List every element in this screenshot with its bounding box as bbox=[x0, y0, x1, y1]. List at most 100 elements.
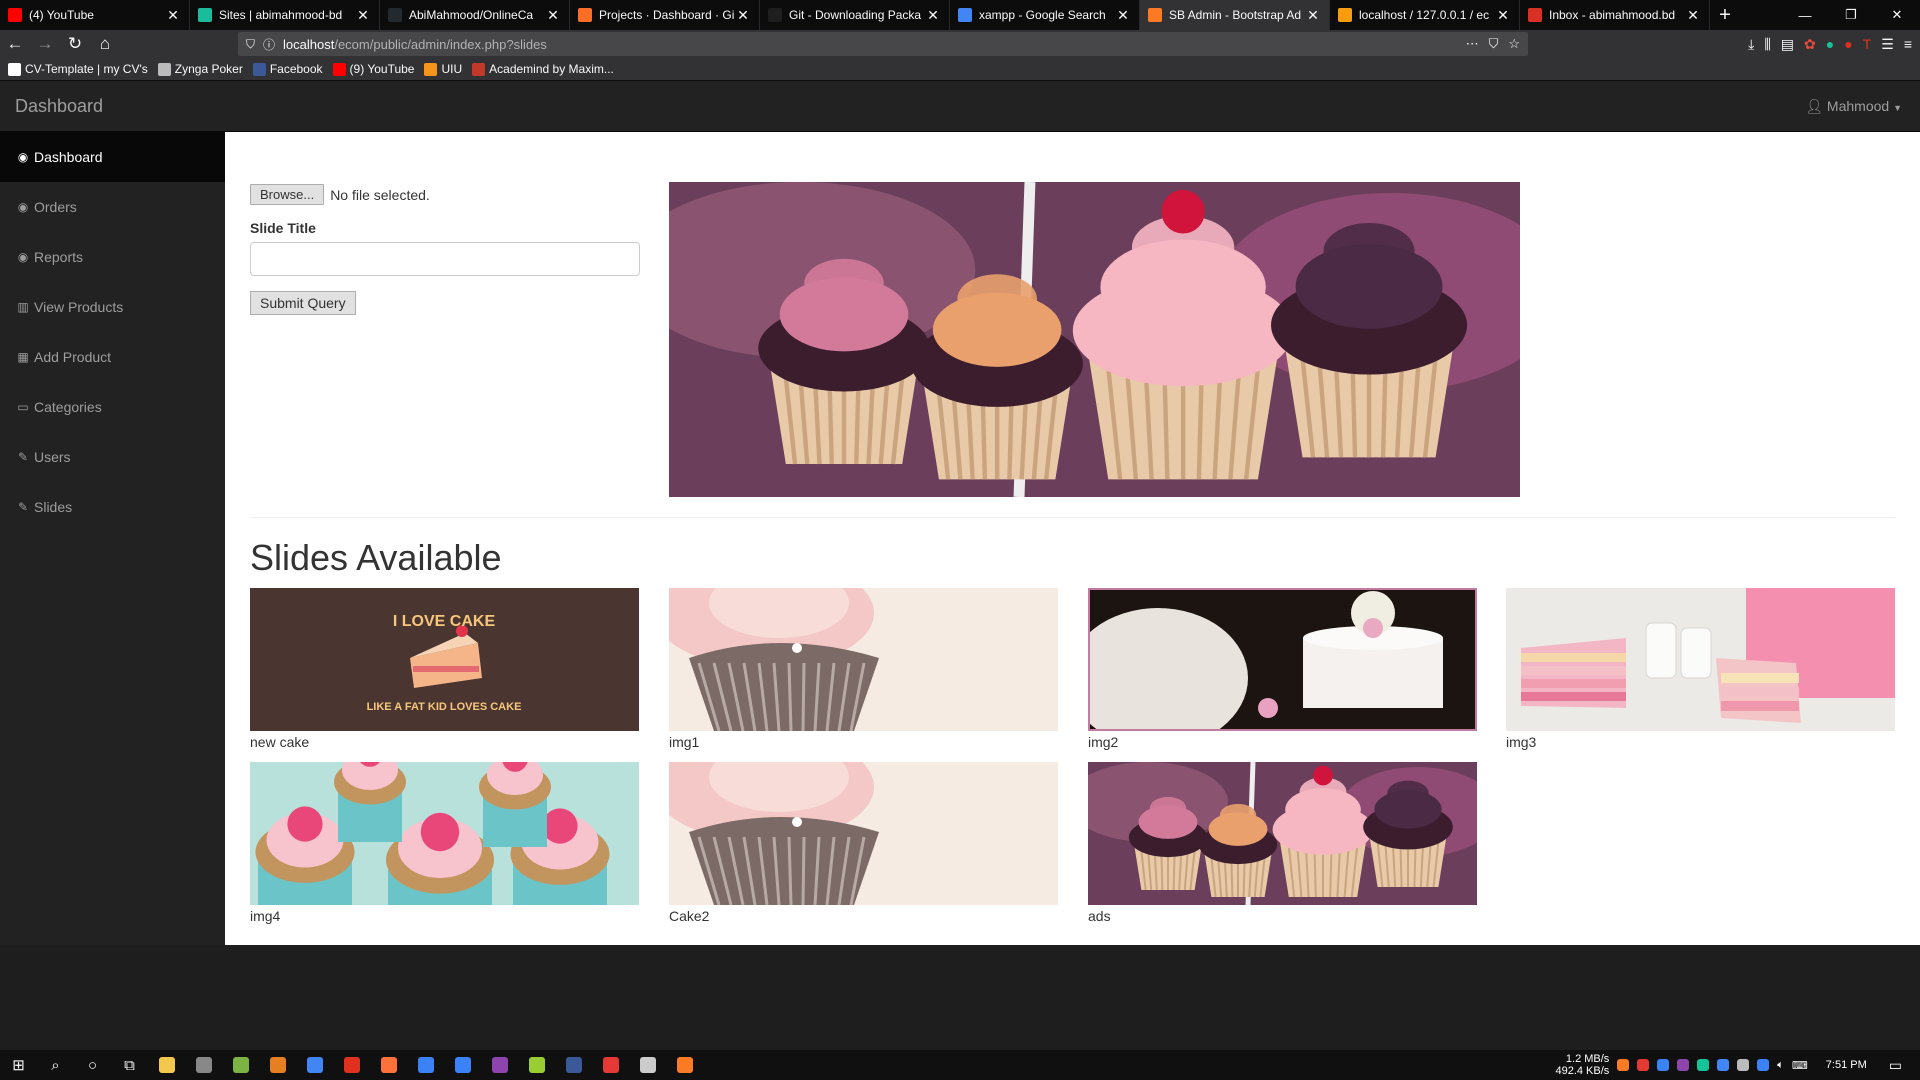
slide-card[interactable]: Cake2 bbox=[669, 762, 1058, 924]
tray-icon[interactable] bbox=[1657, 1059, 1670, 1071]
bookmark-item[interactable]: (9) YouTube bbox=[332, 62, 414, 76]
slide-thumbnail[interactable] bbox=[1088, 588, 1477, 731]
grammarly-icon[interactable]: ● bbox=[1826, 36, 1834, 52]
bookmark-item[interactable]: CV-Template | my CV's bbox=[8, 62, 148, 76]
browser-tab[interactable]: xampp - Google Search ✕ bbox=[950, 0, 1140, 30]
keyboard-icon[interactable]: ⌨ bbox=[1792, 1059, 1808, 1072]
sidebar-item-users[interactable]: ✎ Users bbox=[0, 432, 225, 482]
tray-icon[interactable] bbox=[1697, 1059, 1710, 1071]
extension-t-icon[interactable]: T bbox=[1863, 36, 1872, 52]
cortana-icon[interactable]: ○ bbox=[74, 1050, 111, 1080]
slide-thumbnail[interactable]: I LOVE CAKE LIKE A FAT KID LOVES CAKE bbox=[250, 588, 639, 731]
sidebar-item-orders[interactable]: ◉ Orders bbox=[0, 182, 225, 232]
new-tab-icon[interactable]: + bbox=[1710, 0, 1740, 30]
extension-bars-icon[interactable]: ☰ bbox=[1881, 36, 1894, 53]
app-icon[interactable] bbox=[481, 1050, 518, 1080]
app-icon[interactable] bbox=[555, 1050, 592, 1080]
browser-tab[interactable]: Projects · Dashboard · Gi ✕ bbox=[570, 0, 760, 30]
xampp-icon[interactable] bbox=[666, 1050, 703, 1080]
browser-tab[interactable]: Sites | abimahmood-bd ✕ bbox=[190, 0, 380, 30]
slide-card[interactable]: I LOVE CAKE LIKE A FAT KID LOVES CAKE new … bbox=[250, 588, 639, 750]
browser-tab[interactable]: localhost / 127.0.0.1 / ec ✕ bbox=[1330, 0, 1520, 30]
tray-icon[interactable] bbox=[1617, 1059, 1630, 1071]
close-tab-icon[interactable]: ✕ bbox=[1685, 7, 1701, 24]
menu-icon[interactable]: ≡ bbox=[1904, 36, 1912, 52]
slide-thumbnail[interactable] bbox=[250, 762, 639, 905]
browser-tab[interactable]: (4) YouTube ✕ bbox=[0, 0, 190, 30]
windows-start-icon[interactable]: ⊞ bbox=[0, 1050, 37, 1080]
browser-tab[interactable]: AbiMahmood/OnlineCa ✕ bbox=[380, 0, 570, 30]
close-window-icon[interactable]: ✕ bbox=[1874, 0, 1920, 30]
slide-title-input[interactable] bbox=[250, 242, 640, 276]
page-actions-icon[interactable]: ⋯ bbox=[1466, 36, 1479, 52]
extension-icon[interactable]: ✿ bbox=[1804, 36, 1816, 53]
bookmark-star-icon[interactable]: ☆ bbox=[1508, 36, 1520, 52]
slide-thumbnail[interactable] bbox=[1088, 762, 1477, 905]
acrobat-icon[interactable] bbox=[592, 1050, 629, 1080]
sidebar-item-categories[interactable]: ▭ Categories bbox=[0, 382, 225, 432]
slide-thumbnail[interactable] bbox=[1506, 588, 1895, 731]
slide-card[interactable]: img3 bbox=[1506, 588, 1895, 750]
close-tab-icon[interactable]: ✕ bbox=[545, 7, 561, 24]
sidebar-item-dashboard[interactable]: ◉ Dashboard bbox=[0, 132, 225, 182]
slide-thumbnail[interactable] bbox=[669, 588, 1058, 731]
restore-icon[interactable]: ❐ bbox=[1828, 0, 1874, 30]
tray-icon[interactable] bbox=[1637, 1059, 1650, 1071]
submit-button[interactable]: Submit Query bbox=[250, 291, 356, 315]
slide-card[interactable]: img2 bbox=[1088, 588, 1477, 750]
sidebar-item-slides[interactable]: ✎ Slides bbox=[0, 482, 225, 532]
terminal-icon[interactable] bbox=[222, 1050, 259, 1080]
library-icon[interactable]: ⫼ bbox=[1764, 36, 1770, 53]
bookmark-item[interactable]: UIU bbox=[424, 62, 462, 76]
close-tab-icon[interactable]: ✕ bbox=[1495, 7, 1511, 24]
close-tab-icon[interactable]: ✕ bbox=[735, 7, 751, 24]
pocket-icon[interactable]: ⛉ bbox=[1489, 36, 1499, 52]
browse-button[interactable]: Browse... bbox=[250, 184, 325, 205]
download-icon[interactable]: ⤓ bbox=[1748, 36, 1754, 53]
bookmark-item[interactable]: Zynga Poker bbox=[157, 62, 243, 76]
app-icon[interactable] bbox=[407, 1050, 444, 1080]
tray-icon[interactable] bbox=[1717, 1059, 1730, 1071]
tray-icon[interactable] bbox=[1757, 1059, 1770, 1071]
app-icon[interactable] bbox=[444, 1050, 481, 1080]
browser-tab[interactable]: SB Admin - Bootstrap Ad ✕ bbox=[1140, 0, 1330, 30]
sidebar-item-view-products[interactable]: ▥ View Products bbox=[0, 282, 225, 332]
back-icon[interactable]: ← bbox=[0, 34, 30, 54]
sidebar-item-add-product[interactable]: ▦ Add Product bbox=[0, 332, 225, 382]
chrome-icon[interactable] bbox=[296, 1050, 333, 1080]
forward-icon[interactable]: → bbox=[30, 34, 60, 54]
adblock-icon[interactable]: ● bbox=[1844, 36, 1852, 52]
notifications-icon[interactable]: ▭ bbox=[1889, 1057, 1902, 1074]
volume-icon[interactable]: 🔈︎ bbox=[1777, 1059, 1784, 1072]
search-icon[interactable]: ⌕ bbox=[37, 1050, 74, 1080]
app-icon[interactable] bbox=[518, 1050, 555, 1080]
app-icon[interactable] bbox=[185, 1050, 222, 1080]
opera-icon[interactable] bbox=[333, 1050, 370, 1080]
tray-icon[interactable] bbox=[1737, 1059, 1750, 1071]
home-icon[interactable]: ⌂ bbox=[90, 34, 120, 54]
slide-card[interactable]: img1 bbox=[669, 588, 1058, 750]
navbar-brand[interactable]: Dashboard bbox=[15, 96, 103, 117]
tray-icon[interactable] bbox=[1677, 1059, 1690, 1071]
slide-card[interactable]: img4 bbox=[250, 762, 639, 924]
app-icon[interactable] bbox=[259, 1050, 296, 1080]
close-tab-icon[interactable]: ✕ bbox=[355, 7, 371, 24]
reload-icon[interactable]: ↻ bbox=[60, 34, 90, 54]
bookmark-item[interactable]: Facebook bbox=[252, 62, 323, 76]
task-view-icon[interactable]: ⧉ bbox=[111, 1050, 148, 1080]
info-icon[interactable]: ⓘ bbox=[263, 36, 275, 53]
slide-card[interactable]: ads bbox=[1088, 762, 1477, 924]
clock[interactable]: 7:51 PM bbox=[1826, 1059, 1867, 1071]
minimize-icon[interactable]: — bbox=[1782, 0, 1828, 30]
browser-tab[interactable]: Inbox - abimahmood.bd ✕ bbox=[1520, 0, 1710, 30]
file-explorer-icon[interactable] bbox=[148, 1050, 185, 1080]
sidebar-item-reports[interactable]: ◉ Reports bbox=[0, 232, 225, 282]
close-tab-icon[interactable]: ✕ bbox=[1115, 7, 1131, 24]
shield-icon[interactable]: ⛉ bbox=[246, 37, 255, 52]
browser-tab[interactable]: Git - Downloading Packa ✕ bbox=[760, 0, 950, 30]
app-icon[interactable] bbox=[629, 1050, 666, 1080]
firefox-icon[interactable] bbox=[370, 1050, 407, 1080]
user-menu[interactable]: 👤︎ Mahmood ▼ bbox=[1805, 98, 1902, 115]
bookmark-item[interactable]: Academind by Maxim... bbox=[472, 62, 614, 76]
close-tab-icon[interactable]: ✕ bbox=[165, 7, 181, 24]
